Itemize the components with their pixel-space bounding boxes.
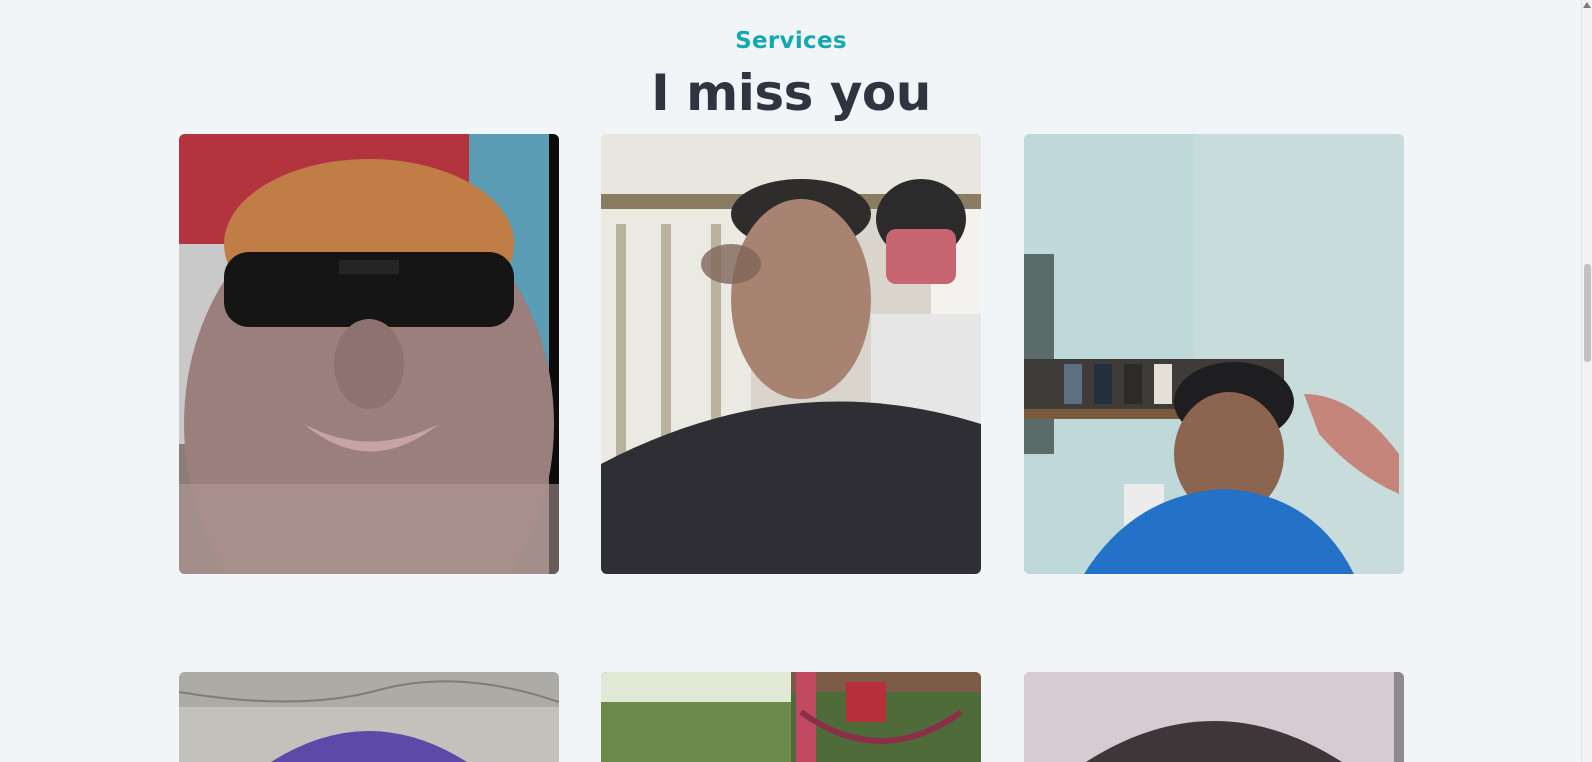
gallery-card-5[interactable] bbox=[601, 672, 981, 762]
section-headline: I miss you bbox=[651, 64, 931, 122]
page: Services I miss you bbox=[0, 0, 1592, 762]
section-eyebrow: Services bbox=[735, 28, 847, 54]
photo-long-dark-hair bbox=[1024, 672, 1404, 762]
gallery-card-4[interactable] bbox=[179, 672, 559, 762]
photo-haircut-blue-cape bbox=[1024, 134, 1404, 574]
scroll-up-icon[interactable] bbox=[1583, 2, 1591, 8]
gallery-card-1[interactable] bbox=[179, 134, 559, 574]
vertical-scrollbar[interactable] bbox=[1581, 0, 1592, 762]
gallery-card-2[interactable] bbox=[601, 134, 981, 574]
gallery-card-3[interactable] bbox=[1024, 134, 1404, 574]
scrollbar-thumb[interactable] bbox=[1584, 264, 1591, 362]
photo-haircut-barbershop-cape bbox=[601, 134, 981, 574]
gallery-card-6[interactable] bbox=[1024, 672, 1404, 762]
photo-purple-hair bbox=[179, 672, 559, 762]
photo-outdoor-hammock bbox=[601, 672, 981, 762]
photo-man-sunglasses bbox=[179, 134, 559, 574]
